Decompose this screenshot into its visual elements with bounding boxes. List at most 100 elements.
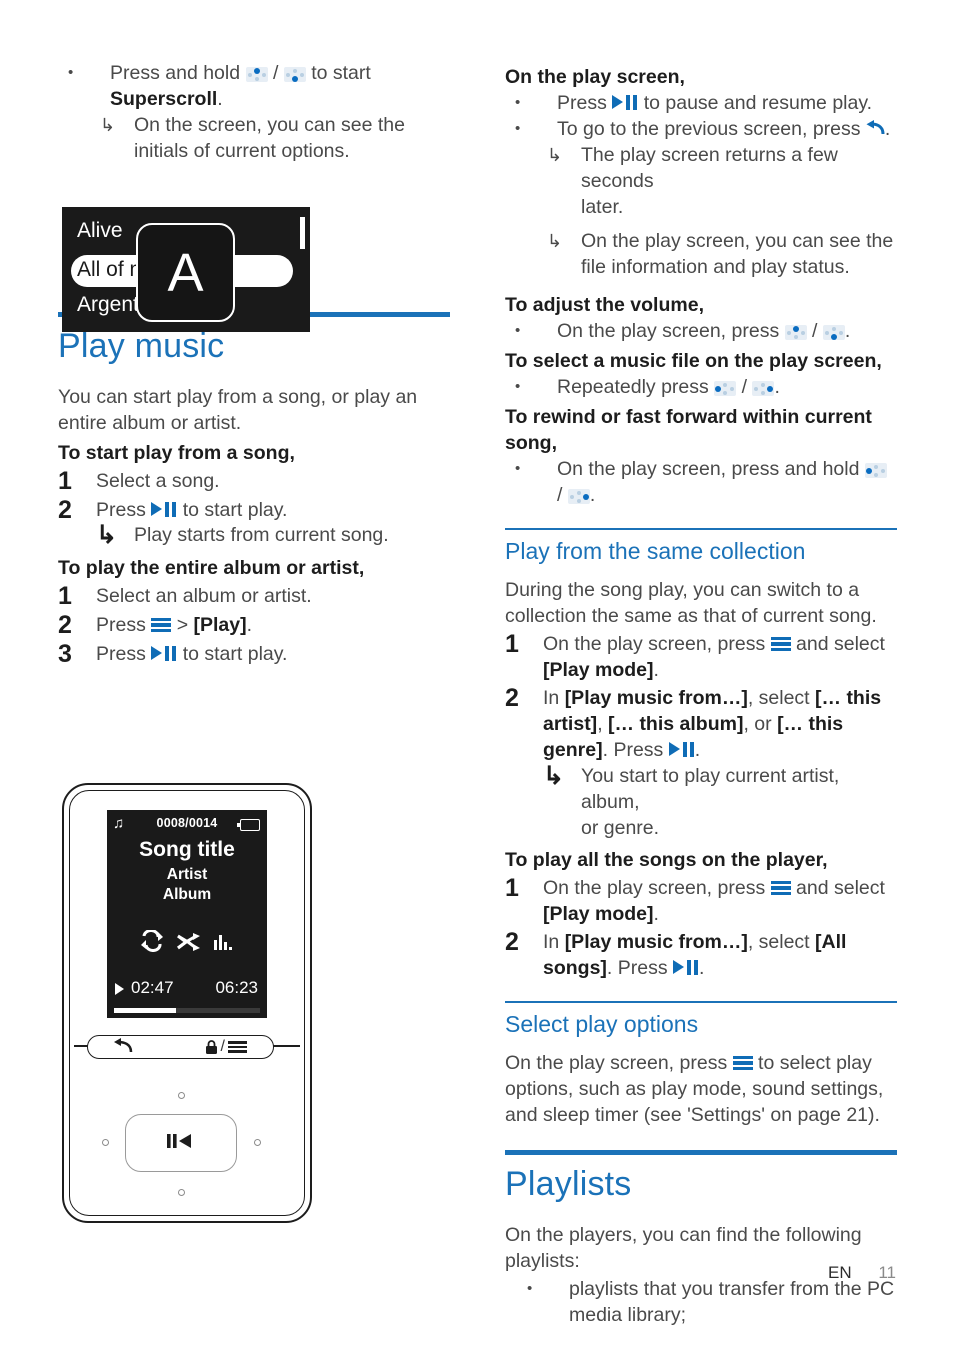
- playlists-title: Playlists: [505, 1165, 632, 1203]
- nav-pad-up-icon: [245, 67, 268, 82]
- step-text: In [Play music from…], select [… this ar…: [543, 685, 897, 841]
- select-music-file-bullet: • Repeatedly press / .: [505, 374, 897, 400]
- menu-option-play-music-from: [Play music from…]: [564, 687, 748, 709]
- step-number: 2: [58, 496, 72, 524]
- entire-album-step-1: 1 Select an album or artist.: [58, 583, 450, 610]
- text-fragment: .: [217, 88, 223, 110]
- step-text: Press to start play. ↳ Play starts from …: [96, 497, 450, 549]
- play-music-intro: You can start play from a song, or play …: [58, 386, 418, 434]
- play-all-songs-heading: To play all the songs on the player,: [505, 849, 828, 871]
- center-navigation-button[interactable]: [125, 1114, 237, 1172]
- lock-and-options-key[interactable]: /: [205, 1038, 247, 1056]
- time-elapsed: 02:47: [131, 978, 174, 997]
- player-screen: ♫ 0008/0014 Song title Artist Album 02:4…: [107, 810, 267, 1018]
- text-fragment: On the play screen, press: [557, 320, 780, 342]
- text-fragment: and select: [796, 877, 885, 899]
- step-text: Select a song.: [96, 470, 220, 492]
- nav-pad-right-icon: [567, 489, 590, 504]
- text-fragment: Press: [96, 614, 146, 636]
- menu-option-play-mode: [Play mode]: [543, 903, 654, 925]
- mp3-player-figure: ♫ 0008/0014 Song title Artist Album 02:4…: [62, 783, 312, 1223]
- arrow-marker: ↳: [547, 145, 563, 165]
- text-fragment: , select: [747, 931, 810, 953]
- text-line: file information and play status.: [581, 256, 850, 278]
- list-item: Alive: [77, 219, 123, 242]
- section-rule: [505, 528, 897, 530]
- text-fragment: On the play screen, press and hold: [557, 458, 860, 480]
- select-music-file-heading: To select a music file on the play scree…: [505, 350, 882, 372]
- nav-pad-down-icon: [283, 67, 306, 82]
- start-song-step-1: 1 Select a song.: [58, 468, 450, 495]
- text-line: media library;: [569, 1304, 687, 1326]
- play-pause-bullet: • Press to pause and resume play.: [505, 90, 897, 116]
- adjust-volume-heading: To adjust the volume,: [505, 294, 704, 316]
- section-rule: [505, 1150, 897, 1155]
- step-number: 1: [58, 467, 72, 495]
- rewind-fast-forward-bullet: • On the play screen, press and hold / .: [505, 456, 897, 508]
- bullet-marker: •: [515, 120, 521, 137]
- text-fragment: to start play.: [182, 643, 288, 665]
- text-fragment: .: [699, 957, 705, 979]
- text-fragment: Press: [96, 499, 146, 521]
- note-text: The play screen returns a few seconds la…: [581, 142, 897, 220]
- superscroll-letter-overlay: A: [136, 223, 235, 322]
- section-body: On the play screen, press to select play…: [505, 1050, 897, 1128]
- bullet-marker: •: [68, 64, 74, 81]
- step-text: Press to start play.: [96, 641, 450, 667]
- superscroll-term: Superscroll: [110, 88, 218, 110]
- text-fragment: , or: [743, 713, 772, 735]
- text-fragment: In: [543, 931, 560, 953]
- play-same-collection-section: Play from the same collection During the…: [505, 528, 897, 981]
- menu-option-play: [Play]: [193, 614, 247, 636]
- play-pause-prev-icon: [167, 1134, 191, 1148]
- text-fragment: .: [774, 376, 780, 398]
- section-heading: Select play options: [505, 1011, 699, 1037]
- progress-bar: [114, 1008, 260, 1013]
- section-intro: During the song play, you can switch to …: [505, 579, 877, 627]
- menu-option-this-album: [… this album]: [608, 713, 744, 735]
- step-number: 2: [505, 684, 519, 712]
- bullet-text: playlists that you transfer from the PC …: [569, 1276, 897, 1328]
- nav-pad-left-icon: [714, 381, 737, 396]
- manual-page: • Press and hold / to start Superscroll.…: [0, 0, 954, 1350]
- text-fragment: On the play screen, press: [543, 633, 766, 655]
- text-fragment: .: [844, 320, 851, 342]
- nav-dot-right: [254, 1139, 261, 1146]
- battery-icon: [237, 819, 260, 831]
- page-number: 11: [878, 1263, 896, 1282]
- page-footer: EN 11: [0, 1263, 954, 1283]
- text-fragment: to start: [311, 62, 371, 84]
- step-number: 1: [505, 874, 519, 902]
- step-number: 2: [505, 928, 519, 956]
- adjust-volume-bullet: • On the play screen, press / .: [505, 318, 897, 344]
- step-text: On the play screen, press and select [Pl…: [543, 631, 897, 683]
- text-line: or genre.: [581, 817, 660, 839]
- play-pause-icon: [151, 645, 177, 662]
- section-rule: [505, 1001, 897, 1003]
- entire-album-step-2: 2 Press > [Play].: [58, 612, 450, 639]
- repeat-icon: [141, 930, 163, 952]
- text-line: initials of current options.: [134, 140, 350, 162]
- nav-dot-up: [178, 1092, 185, 1099]
- text-fragment: Press and hold: [110, 62, 241, 84]
- text-fragment: to pause and resume play.: [643, 92, 873, 114]
- play-screen-returns-note: ↳ The play screen returns a few seconds …: [547, 142, 897, 220]
- options-menu-icon: [732, 1055, 753, 1071]
- bullet-marker: •: [515, 378, 521, 395]
- same-collection-result: ↳ You start to play current artist, albu…: [543, 763, 897, 841]
- text-fragment: , select: [747, 687, 810, 709]
- options-menu-icon: [151, 617, 172, 633]
- arrow-marker: ↳: [547, 231, 563, 251]
- text-fragment: >: [176, 614, 189, 636]
- nav-pad-up-icon: [784, 325, 807, 340]
- scrollbar: [300, 217, 305, 249]
- text-fragment: In: [543, 687, 560, 709]
- text-fragment: .: [246, 614, 253, 636]
- playlists-bullet-1: • playlists that you transfer from the P…: [505, 1276, 897, 1328]
- start-from-song-heading: To start play from a song,: [58, 442, 295, 464]
- on-play-screen-heading: On the play screen,: [505, 66, 685, 88]
- artist-name: Artist: [166, 866, 208, 883]
- play-pause-icon: [668, 741, 695, 758]
- nav-pad-down-icon: [822, 325, 845, 340]
- back-key[interactable]: [113, 1038, 133, 1060]
